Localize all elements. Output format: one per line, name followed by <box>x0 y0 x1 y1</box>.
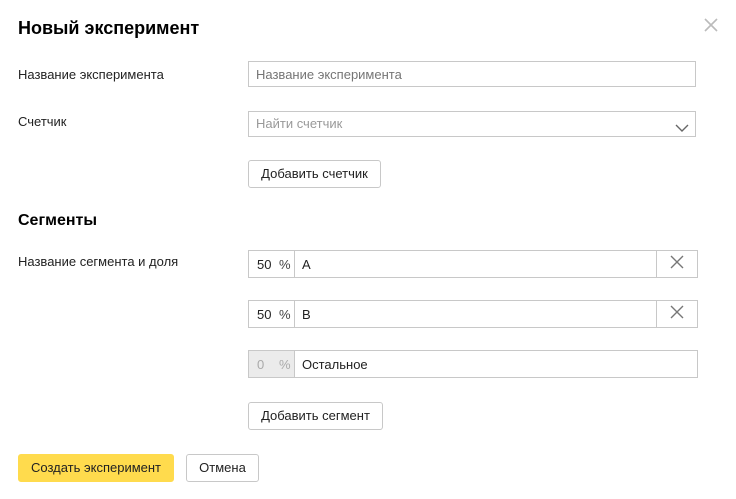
segment-percent-field[interactable]: 50 % <box>249 301 295 327</box>
close-icon[interactable] <box>702 16 720 34</box>
segment-row: 50 % A <box>248 250 698 278</box>
segment-percent-value: 50 <box>257 306 272 322</box>
rest-segment-name-field[interactable]: Остальное <box>295 351 697 377</box>
percent-sign: % <box>279 256 291 272</box>
counter-select-placeholder: Найти счетчик <box>256 116 343 131</box>
add-counter-button[interactable]: Добавить счетчик <box>248 160 381 188</box>
remove-icon <box>670 305 684 324</box>
segment-name-field[interactable]: B <box>295 301 656 327</box>
remove-segment-button[interactable] <box>656 301 697 327</box>
rest-segment-percent-value: 0 <box>257 356 265 372</box>
rest-segment-row: 0 % Остальное <box>248 350 698 378</box>
dialog-title: Новый эксперимент <box>18 18 200 38</box>
rest-segment-percent-field: 0 % <box>249 351 295 377</box>
rest-segment-name-value: Остальное <box>302 356 368 372</box>
cancel-button[interactable]: Отмена <box>186 454 259 482</box>
remove-segment-button[interactable] <box>656 251 697 277</box>
experiment-name-label: Название эксперимента <box>18 67 164 82</box>
create-experiment-button[interactable]: Создать эксперимент <box>18 454 174 482</box>
segment-name-value: A <box>302 256 311 272</box>
segment-name-field[interactable]: A <box>295 251 656 277</box>
segment-name-value: B <box>302 306 311 322</box>
segment-row: 50 % B <box>248 300 698 328</box>
counter-select[interactable]: Найти счетчик <box>248 111 696 137</box>
percent-sign: % <box>279 356 291 372</box>
segment-percent-value: 50 <box>257 256 272 272</box>
percent-sign: % <box>279 306 291 322</box>
segments-heading: Сегменты <box>18 212 98 229</box>
chevron-down-icon <box>675 118 689 132</box>
experiment-name-input[interactable] <box>248 61 696 87</box>
remove-icon <box>670 255 684 274</box>
segments-label: Название сегмента и доля <box>18 254 179 269</box>
counter-label: Счетчик <box>18 114 67 129</box>
add-segment-button[interactable]: Добавить сегмент <box>248 402 383 430</box>
segment-percent-field[interactable]: 50 % <box>249 251 295 277</box>
